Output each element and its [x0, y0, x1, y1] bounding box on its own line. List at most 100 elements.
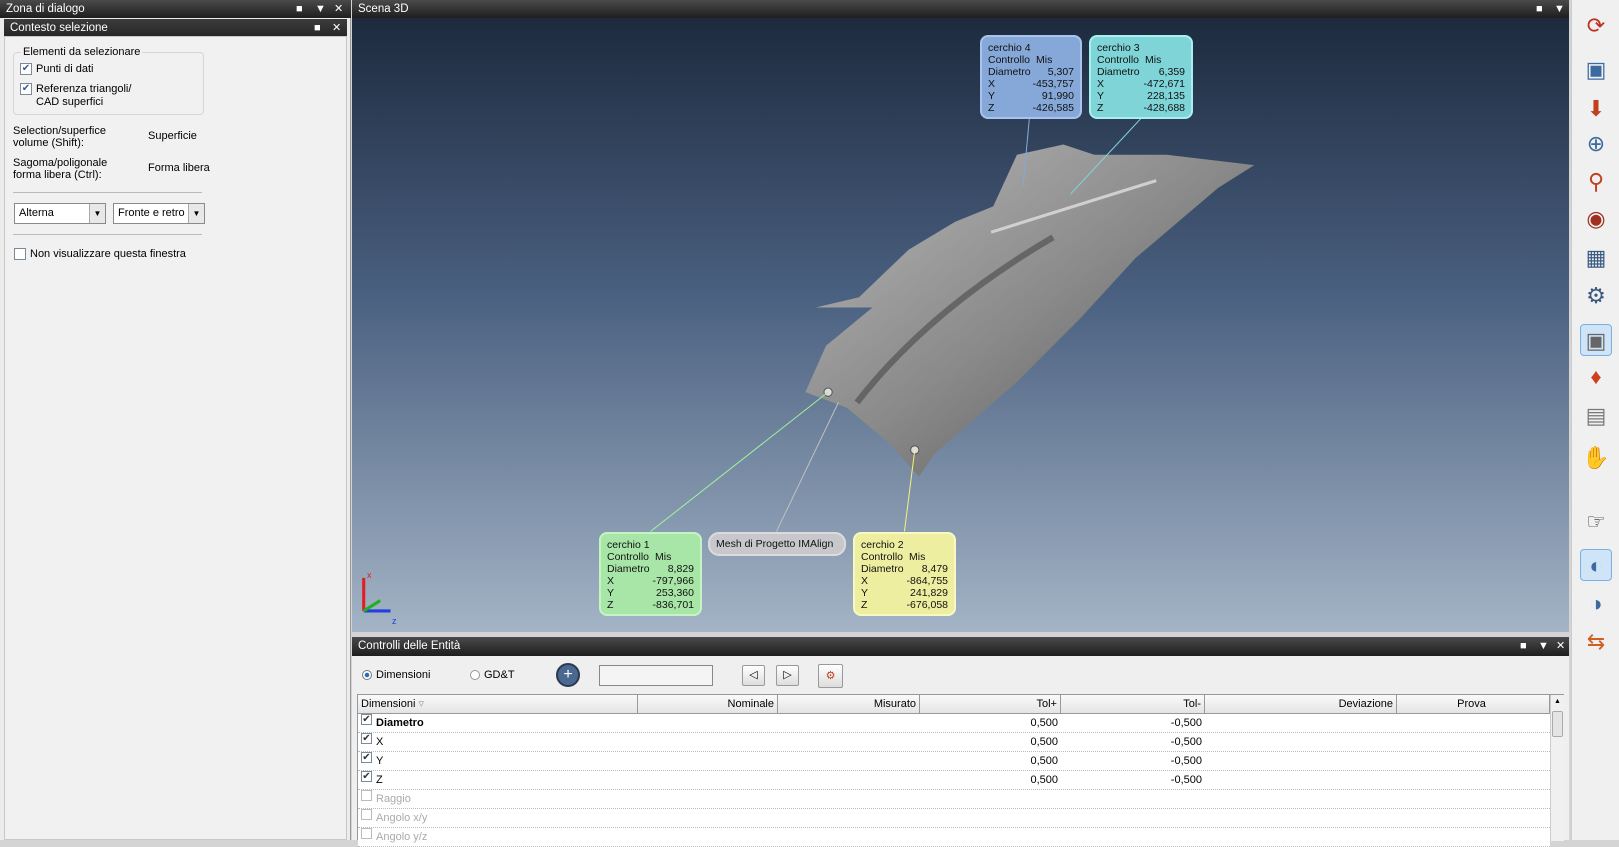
row-tol-plus: 0,500	[1030, 774, 1058, 786]
table-row[interactable]: Angolo x/y	[358, 809, 1550, 828]
dont-show-checkbox[interactable]: Non visualizzare questa finestra	[14, 248, 186, 261]
callout-name: cerchio 3	[1097, 42, 1140, 54]
pin-icon[interactable]: ■	[314, 19, 321, 37]
reference-checkbox[interactable]: ✔ Referenza triangoli/	[20, 83, 132, 96]
dropdown-icon[interactable]: ▼	[1538, 637, 1549, 655]
selection-label-1: Selection/superfice	[13, 125, 106, 137]
table-row[interactable]: ✔ Z 0,500 -0,500	[358, 771, 1550, 790]
mode-select[interactable]: Alterna ▼	[14, 203, 106, 224]
radio-dimensioni-label: Dimensioni	[376, 669, 431, 681]
callout-cerchio-4[interactable]: cerchio 4 Controllo Mis Diametro 5,307 X -4…	[980, 35, 1082, 119]
column-header-tolp[interactable]: Tol+	[920, 695, 1061, 714]
mis-label: Mis	[1145, 54, 1162, 66]
scrollbar-thumb[interactable]	[1552, 711, 1563, 737]
close-icon[interactable]: ✕	[1556, 637, 1565, 655]
filter-icon[interactable]: ▿	[418, 698, 424, 710]
previous-button[interactable]: ◁	[742, 665, 765, 686]
y-value: 228,135	[1147, 90, 1185, 102]
3d-viewport[interactable]	[352, 18, 1569, 632]
radio-icon[interactable]	[470, 670, 480, 681]
y-label: Y	[861, 587, 869, 599]
zoom-fit-icon[interactable]: ⊕	[1580, 128, 1612, 160]
y-label: Y	[607, 587, 615, 599]
z-value: -676,058	[906, 599, 948, 611]
close-icon[interactable]: ✕	[332, 19, 341, 37]
radio-dimensioni[interactable]: Dimensioni	[362, 669, 430, 681]
mis-label: Mis	[1036, 54, 1053, 66]
add-button[interactable]: +	[556, 663, 580, 687]
table-row[interactable]: Angolo y/z	[358, 828, 1550, 847]
report-settings-button[interactable]: ⚙	[818, 664, 843, 688]
column-header-nominale[interactable]: Nominale	[638, 695, 778, 714]
x-label: X	[607, 575, 615, 587]
entity-search-input[interactable]	[599, 665, 713, 686]
entity-checks-panel: Controlli delle Entità ■ ▼ ✕ Dimensioni …	[352, 637, 1569, 847]
radio-gdt[interactable]: GD&T	[470, 669, 515, 681]
pin-icon[interactable]: ■	[296, 0, 303, 18]
diam-value: 6,359	[1158, 66, 1185, 78]
hand-icon[interactable]: ✋	[1580, 442, 1612, 474]
column-header-tolm[interactable]: Tol-	[1061, 695, 1205, 714]
mis-label: Mis	[655, 551, 672, 563]
column-header-deviazione[interactable]: Deviazione	[1205, 695, 1397, 714]
radio-gdt-label: GD&T	[484, 669, 515, 681]
checkbox-icon[interactable]: ✔	[361, 733, 372, 744]
annotation-color-icon[interactable]: ♦	[1580, 361, 1612, 393]
checkbox-icon[interactable]	[14, 248, 26, 261]
checkbox-icon[interactable]	[361, 828, 372, 839]
table-row[interactable]: ✔ Y 0,500 -0,500	[358, 752, 1550, 771]
scroll-up-icon[interactable]: ▲	[1551, 695, 1564, 709]
next-button[interactable]: ▷	[776, 665, 799, 686]
pointer-hand-icon[interactable]: ☞	[1580, 506, 1612, 538]
pin-icon[interactable]: ■	[1520, 637, 1527, 655]
checkbox-icon[interactable]: ✔	[361, 771, 372, 782]
column-header-misurato[interactable]: Misurato	[778, 695, 920, 714]
ctrl-label: Controllo	[988, 54, 1031, 66]
dropdown-icon[interactable]: ▼	[1554, 0, 1565, 18]
view-cube-icon[interactable]: ▣	[1580, 54, 1612, 86]
checkbox-icon[interactable]: ✔	[20, 63, 32, 76]
table-row[interactable]: ✔ Diametro 0,500 -0,500	[358, 714, 1550, 733]
display-settings-icon[interactable]: ⚙	[1580, 280, 1612, 312]
chevron-down-icon[interactable]: ▼	[89, 204, 105, 223]
context-titlebar: Contesto selezione ■ ✕	[4, 19, 347, 37]
reference-label: Referenza triangoli/	[36, 83, 132, 95]
chevron-down-icon[interactable]: ▼	[188, 204, 204, 223]
checkbox-icon[interactable]: ✔	[361, 714, 372, 725]
axis-z-label: z	[392, 616, 397, 626]
plane-align-icon[interactable]: ⬇	[1580, 93, 1612, 125]
callout-cerchio-1[interactable]: cerchio 1 Controllo Mis Diametro 8,829 X -7…	[599, 532, 702, 616]
box-view-icon[interactable]: ▦	[1580, 242, 1612, 274]
column-label: Dimensioni	[361, 698, 416, 710]
close-icon[interactable]: ✕	[334, 0, 343, 18]
callout-mesh[interactable]: Mesh di Progetto IMAlign	[708, 532, 846, 556]
zoom-selection-icon[interactable]: ⚲	[1580, 166, 1612, 198]
column-header-dimensioni[interactable]: Dimensioni ▿	[358, 695, 638, 714]
swap-icon[interactable]: ⇆	[1580, 626, 1612, 658]
radio-selected-icon[interactable]	[362, 670, 372, 681]
checkbox-icon[interactable]: ✔	[361, 752, 372, 763]
dropdown-icon[interactable]: ▼	[315, 0, 326, 18]
table-scrollbar[interactable]: ▲	[1550, 695, 1564, 841]
checkbox-icon[interactable]: ✔	[20, 83, 32, 96]
selection-value: Superficie	[148, 130, 197, 142]
checkbox-icon[interactable]	[361, 790, 372, 801]
table-row[interactable]: Raggio	[358, 790, 1550, 809]
x-value: -453,757	[1032, 78, 1074, 90]
side-select[interactable]: Fronte e retro ▼	[113, 203, 205, 224]
monitor-icon[interactable]: ▣	[1580, 324, 1612, 356]
points-checkbox[interactable]: ✔ Punti di dati	[20, 63, 93, 76]
callout-name: cerchio 2	[861, 539, 904, 551]
column-header-prova[interactable]: Prova	[1397, 695, 1550, 714]
table-row[interactable]: ✔ X 0,500 -0,500	[358, 733, 1550, 752]
selection-window-icon[interactable]: ◐	[1580, 549, 1612, 581]
callout-cerchio-2[interactable]: cerchio 2 Controllo Mis Diametro 8,479 X -8…	[853, 532, 956, 616]
surface-select-icon[interactable]: ◑	[1580, 588, 1612, 620]
window-box-icon[interactable]: ▤	[1580, 400, 1612, 432]
eye-icon[interactable]: ◉	[1580, 203, 1612, 235]
pin-icon[interactable]: ■	[1536, 0, 1543, 18]
shape-label-1: Sagoma/poligonale	[13, 157, 108, 169]
checkbox-icon[interactable]	[361, 809, 372, 820]
rotate-zoom-icon[interactable]: ⟳	[1580, 10, 1612, 42]
callout-cerchio-3[interactable]: cerchio 3 Controllo Mis Diametro 6,359 X -4…	[1089, 35, 1193, 119]
